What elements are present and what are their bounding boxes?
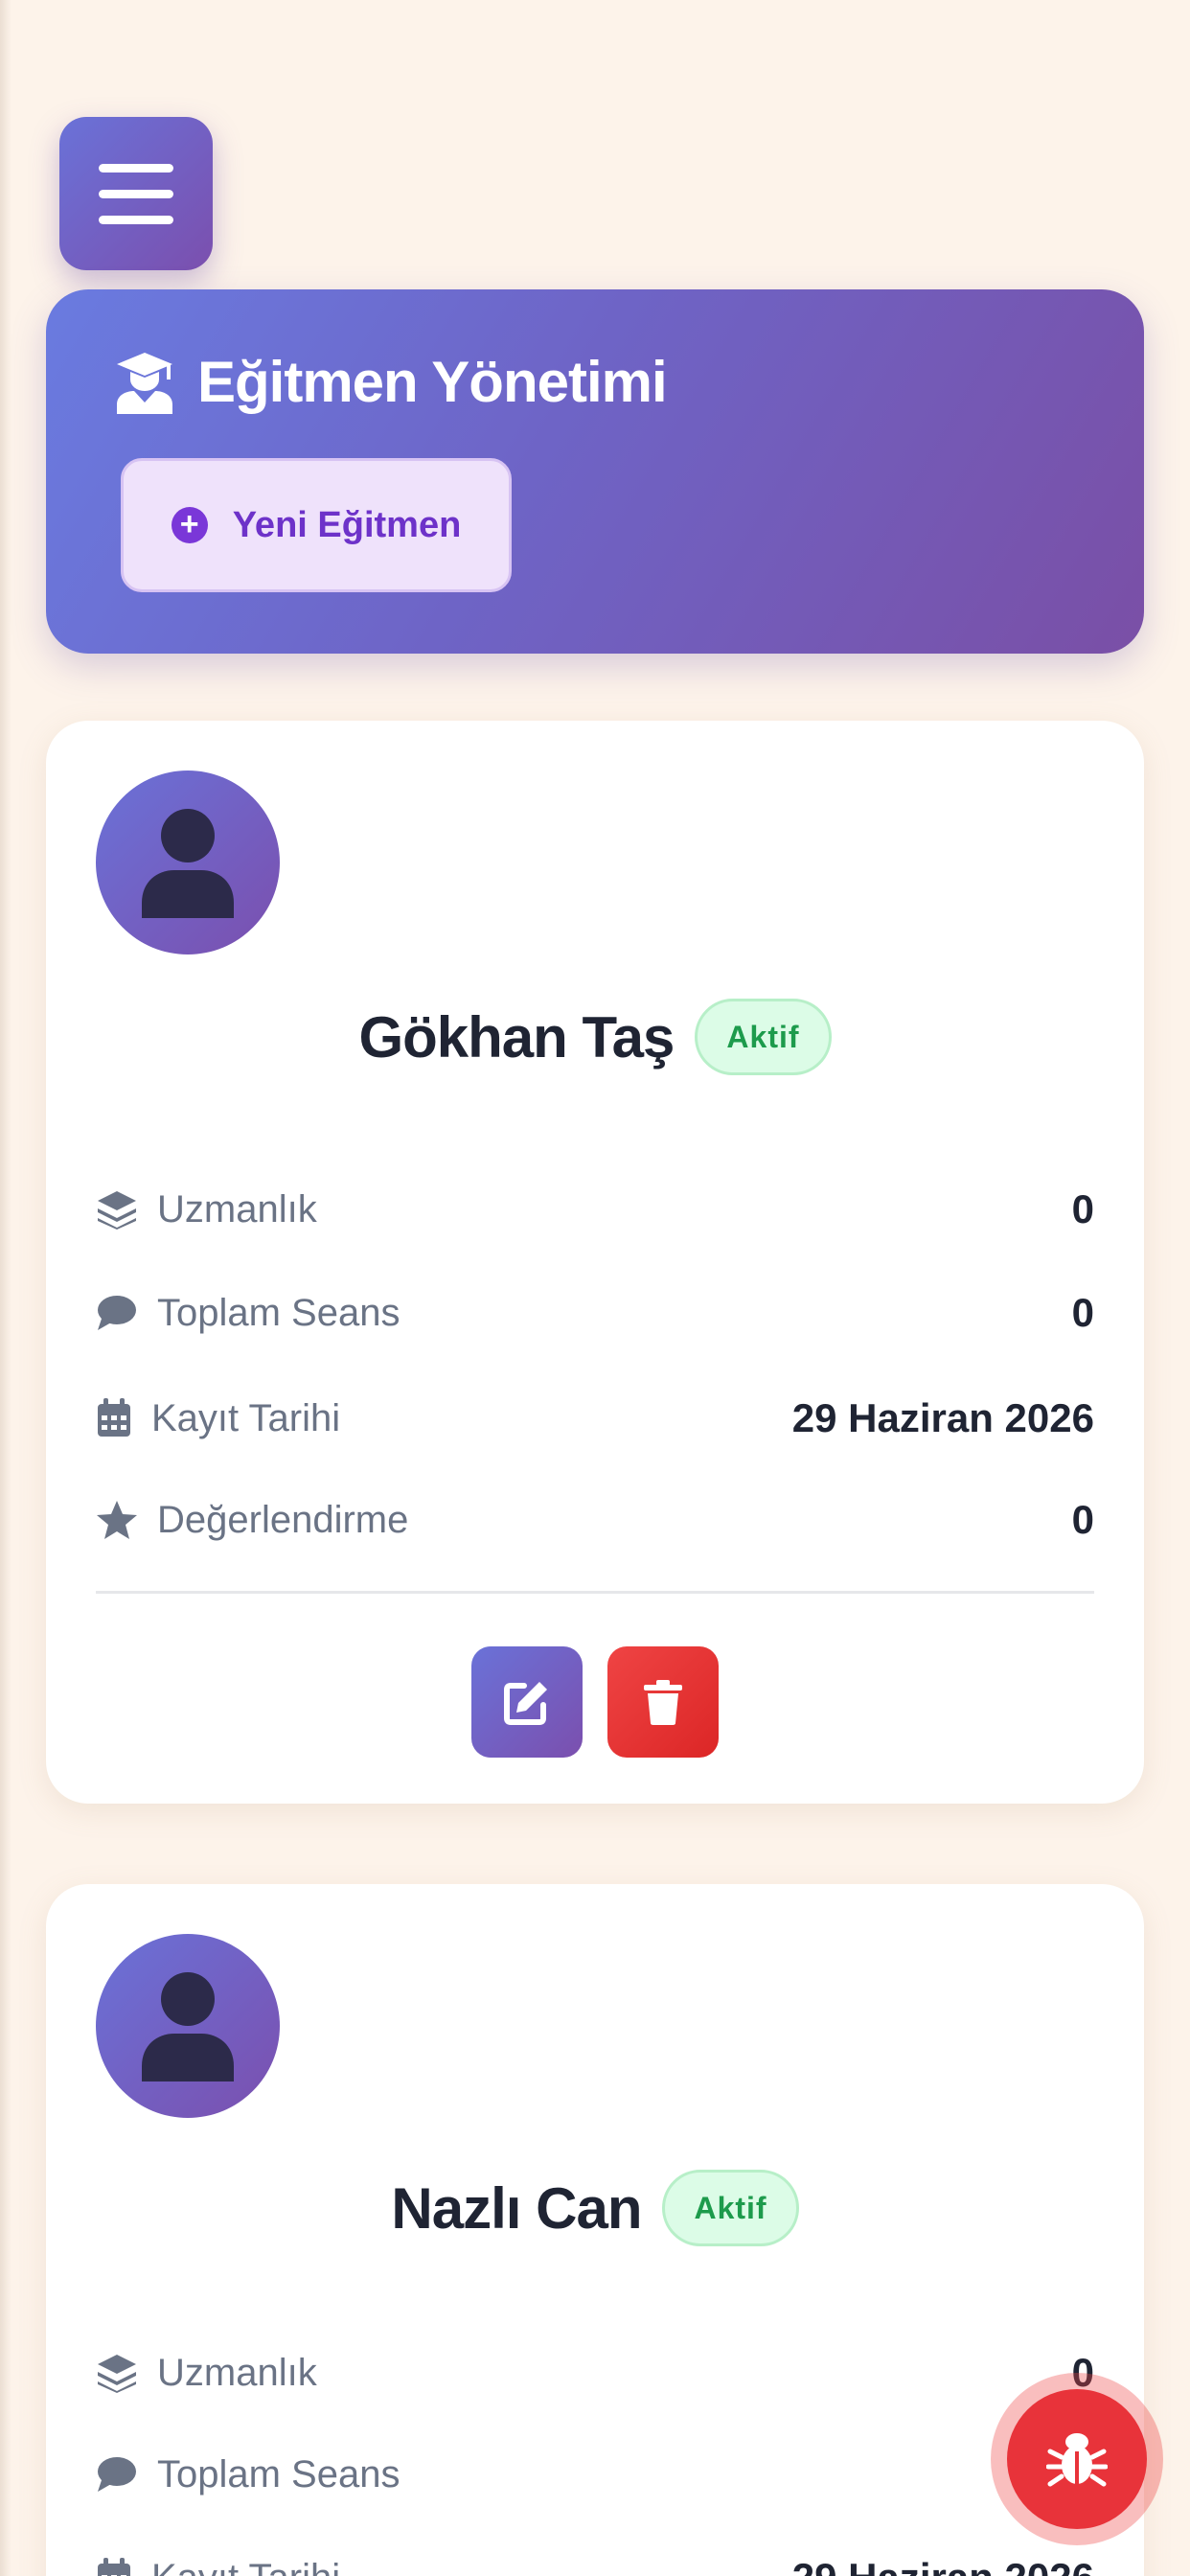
info-row-sessions: Toplam Seans xyxy=(96,2446,1094,2503)
divider xyxy=(96,1591,1094,1594)
debug-button-inner xyxy=(1007,2389,1147,2529)
card-actions xyxy=(46,1646,1144,1758)
trainer-card: Nazlı Can Aktif Uzmanlık 0 Toplam Seans xyxy=(46,1884,1144,2576)
page-edge-shadow xyxy=(0,0,11,2576)
info-row-sessions: Toplam Seans 0 xyxy=(96,1284,1094,1342)
calendar-icon xyxy=(98,1398,130,1437)
info-label: Uzmanlık xyxy=(157,1187,317,1230)
info-label: Toplam Seans xyxy=(157,2452,400,2496)
new-trainer-button[interactable]: + Yeni Eğitmen xyxy=(121,458,512,592)
page-title: Eğitmen Yönetimi xyxy=(197,350,668,414)
layers-icon xyxy=(98,2355,136,2393)
info-label: Değerlendirme xyxy=(157,1498,409,1541)
user-icon xyxy=(142,1972,234,2082)
page-title-row: Eğitmen Yönetimi xyxy=(115,349,668,415)
menu-button[interactable] xyxy=(59,117,213,270)
info-label: Kayıt Tarihi xyxy=(151,1396,341,1439)
new-trainer-label: Yeni Eğitmen xyxy=(232,504,462,545)
hamburger-icon xyxy=(99,163,173,172)
info-value: 0 xyxy=(1071,1290,1094,1335)
bug-icon xyxy=(1046,2433,1108,2487)
avatar xyxy=(96,1934,280,2118)
info-value: 29 Haziran 2026 xyxy=(792,2555,1094,2576)
layers-icon xyxy=(98,1191,136,1230)
info-label: Toplam Seans xyxy=(157,1291,400,1334)
info-row-specialty: Uzmanlık 0 xyxy=(96,2344,1094,2402)
info-row-date: Kayıt Tarihi 29 Haziran 2026 xyxy=(96,1390,1094,1447)
hamburger-line xyxy=(99,189,173,198)
edit-button[interactable] xyxy=(471,1646,583,1758)
info-row-date: Kayıt Tarihi 29 Haziran 2026 xyxy=(96,2549,1094,2576)
delete-button[interactable] xyxy=(607,1646,719,1758)
debug-button[interactable] xyxy=(991,2373,1163,2545)
status-badge: Aktif xyxy=(695,999,832,1075)
graduation-cap-user-icon xyxy=(117,352,172,414)
plus-circle-icon: + xyxy=(171,507,208,543)
comment-icon xyxy=(98,1296,136,1330)
avatar xyxy=(96,770,280,954)
info-label: Kayıt Tarihi xyxy=(151,2557,340,2576)
calendar-icon xyxy=(98,2558,130,2576)
info-value: 0 xyxy=(1071,1497,1094,1542)
info-row-specialty: Uzmanlık 0 xyxy=(96,1181,1094,1238)
trainer-name-row: Gökhan Taş Aktif xyxy=(46,999,1144,1075)
info-value: 0 xyxy=(1071,1186,1094,1231)
trainer-name: Gökhan Taş xyxy=(358,1004,675,1070)
user-icon xyxy=(142,809,234,918)
trainer-card: Gökhan Taş Aktif Uzmanlık 0 Toplam Seans… xyxy=(46,721,1144,1804)
status-badge: Aktif xyxy=(662,2170,799,2246)
trainer-name-row: Nazlı Can Aktif xyxy=(46,2170,1144,2246)
info-row-rating: Değerlendirme 0 xyxy=(96,1491,1094,1549)
comment-icon xyxy=(98,2457,136,2492)
edit-icon xyxy=(504,1682,547,1725)
star-icon xyxy=(97,1501,137,1539)
info-label: Uzmanlık xyxy=(157,2351,317,2394)
header-card: Eğitmen Yönetimi + Yeni Eğitmen xyxy=(46,289,1144,654)
trainer-name: Nazlı Can xyxy=(391,2175,642,2241)
hamburger-line xyxy=(99,215,173,224)
trash-icon xyxy=(644,1680,682,1725)
info-value: 29 Haziran 2026 xyxy=(791,1395,1094,1440)
